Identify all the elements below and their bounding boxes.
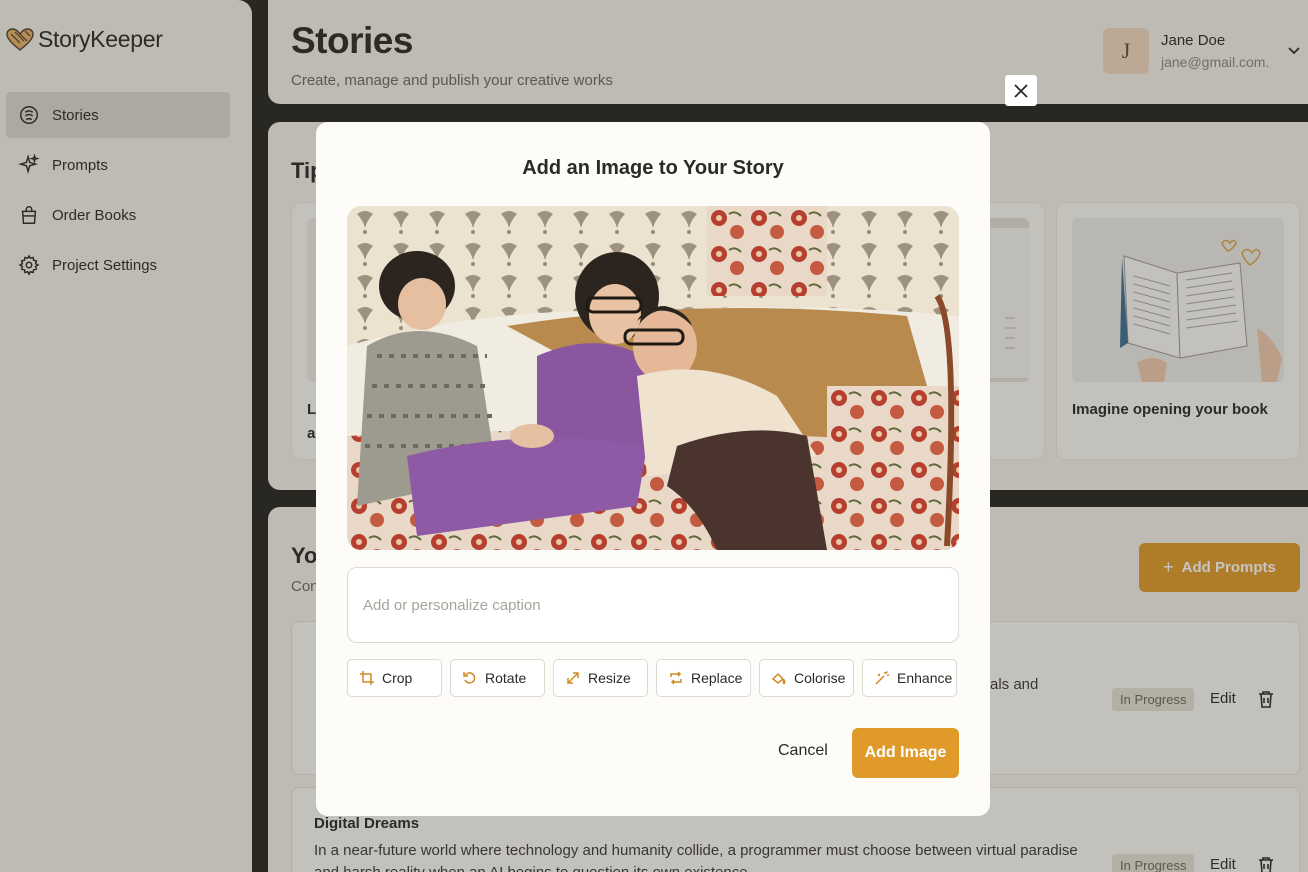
caption-input[interactable]	[347, 567, 959, 643]
rotate-label: Rotate	[485, 670, 527, 686]
crop-button[interactable]: Crop	[347, 659, 442, 697]
crop-label: Crop	[382, 670, 413, 686]
rotate-button[interactable]: Rotate	[450, 659, 545, 697]
colorise-button[interactable]: Colorise	[759, 659, 854, 697]
close-icon	[1014, 83, 1028, 98]
replace-icon	[670, 671, 682, 685]
cancel-button[interactable]: Cancel	[778, 742, 828, 760]
add-image-modal: Add an Image to Your Story Add or person…	[316, 122, 990, 816]
add-image-button[interactable]: Add Image	[852, 728, 959, 778]
crop-icon	[360, 671, 374, 685]
magic-wand-icon	[875, 671, 889, 685]
enhance-label: Enhance	[897, 670, 953, 686]
colorise-icon	[772, 672, 786, 685]
story-photo	[347, 206, 959, 550]
enhance-button[interactable]: Enhance	[862, 659, 957, 697]
close-modal-button[interactable]	[1005, 75, 1037, 106]
resize-icon	[567, 672, 579, 684]
image-tools: Crop Rotate Resize Replace Colorise Enha…	[347, 659, 959, 697]
colorise-label: Colorise	[794, 670, 846, 686]
resize-label: Resize	[588, 670, 631, 686]
rotate-icon	[463, 672, 476, 684]
resize-button[interactable]: Resize	[553, 659, 648, 697]
replace-label: Replace	[691, 670, 743, 686]
family-photo-illustration	[347, 206, 959, 550]
replace-button[interactable]: Replace	[656, 659, 751, 697]
modal-title: Add an Image to Your Story	[522, 157, 784, 179]
